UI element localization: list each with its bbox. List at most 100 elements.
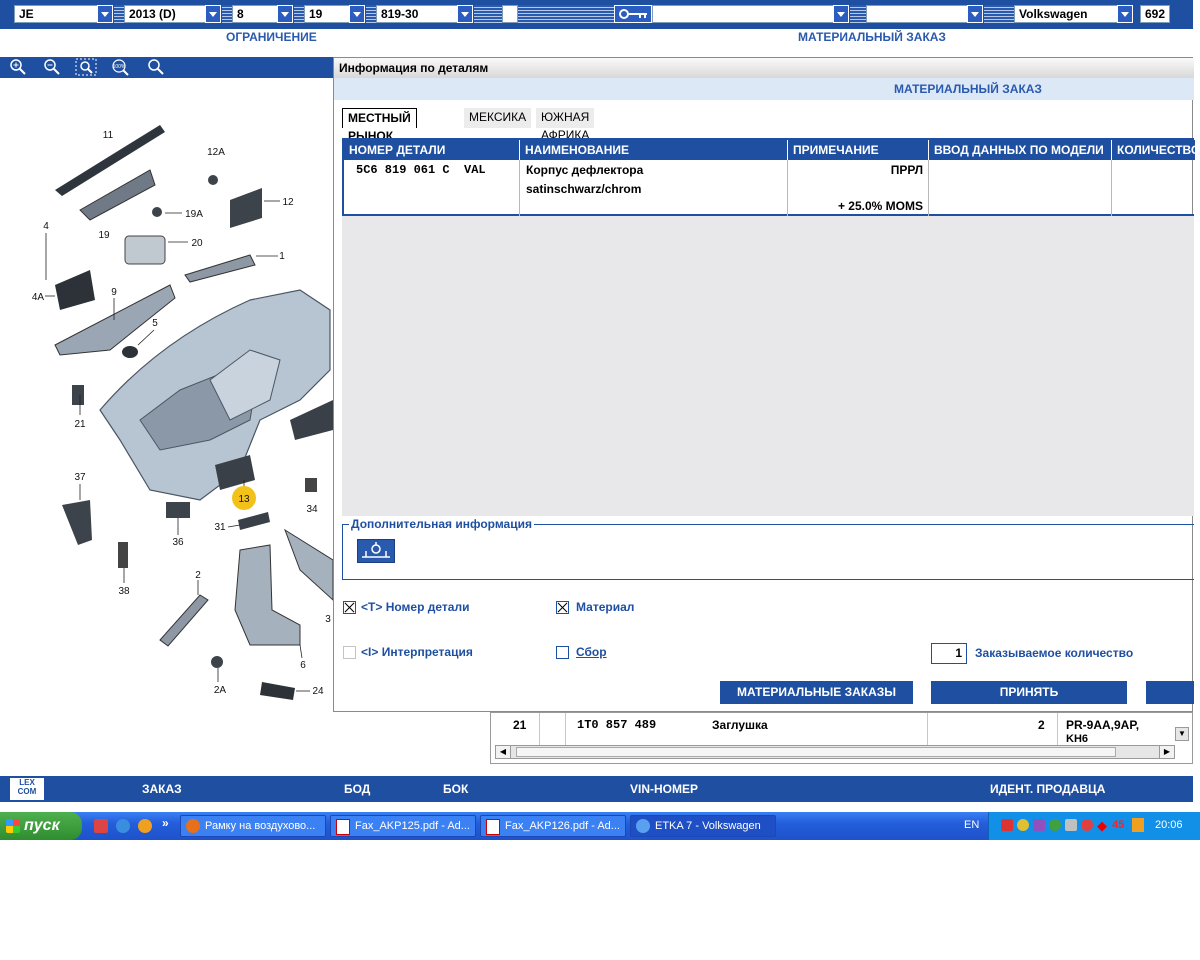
callout-4A[interactable]: 4A	[32, 292, 45, 303]
main-group-dropdown-arrow[interactable]	[277, 5, 293, 23]
tray-icon[interactable]	[1132, 818, 1144, 832]
model-dropdown-arrow[interactable]	[833, 5, 849, 23]
quicklaunch-ie-icon[interactable]	[116, 819, 130, 833]
callout-2[interactable]: 2	[195, 570, 201, 581]
search-icon[interactable]	[142, 58, 170, 76]
callout-21[interactable]: 21	[74, 419, 86, 430]
brand-select[interactable]: Volkswagen	[1014, 5, 1118, 23]
callout-9[interactable]: 9	[111, 287, 117, 298]
sub-group-select[interactable]: 19	[304, 5, 350, 23]
callout-12[interactable]: 12	[282, 197, 294, 208]
market-select[interactable]: JE	[14, 5, 98, 23]
zoom-area-icon[interactable]	[72, 58, 100, 76]
material-option-label[interactable]: Материал	[576, 600, 634, 614]
horizontal-scrollbar[interactable]: ◀ ▶	[495, 745, 1175, 759]
version-dropdown-arrow[interactable]	[967, 5, 983, 23]
zoom-100-icon[interactable]: 100%	[106, 58, 134, 76]
accept-button[interactable]: ПРИНЯТЬ	[931, 681, 1127, 704]
part-number-checkbox[interactable]	[343, 601, 356, 614]
task-pdf-126[interactable]: Fax_AKP126.pdf - Ad...	[480, 815, 626, 837]
language-indicator[interactable]: EN	[964, 819, 979, 831]
illustration-dropdown-arrow[interactable]	[457, 5, 473, 23]
extra-button[interactable]	[1146, 681, 1194, 704]
scroll-down-icon[interactable]: ▼	[1175, 727, 1189, 741]
cell-note[interactable]: ПРРЛ + 25.0% MOMS	[788, 160, 929, 216]
bok-tab[interactable]: БОК	[443, 782, 468, 796]
chevron-right-icon[interactable]: »	[162, 816, 169, 830]
tab-south-africa[interactable]: ЮЖНАЯ АФРИКА	[536, 108, 595, 142]
separator	[222, 5, 232, 23]
cell-model-data[interactable]	[929, 160, 1112, 216]
task-pdf-125[interactable]: Fax_AKP125.pdf - Ad...	[330, 815, 476, 837]
illustration-select[interactable]: 819-30	[376, 5, 458, 23]
tray-icon[interactable]	[1017, 819, 1029, 831]
zoom-in-icon[interactable]	[4, 58, 32, 76]
task-etka[interactable]: ETKA 7 - Volkswagen	[630, 815, 776, 837]
option-checkbox[interactable]	[502, 5, 518, 23]
callout-36[interactable]: 36	[172, 537, 184, 548]
fuel-pump-icon[interactable]	[357, 539, 395, 563]
callout-37[interactable]: 37	[74, 472, 86, 483]
cell-part-number[interactable]: 5C6 819 061 C VAL	[344, 160, 520, 216]
tab-local-market[interactable]: МЕСТНЫЙ РЫНОК	[342, 108, 417, 143]
callout-34[interactable]: 34	[306, 504, 318, 515]
note-bottom: + 25.0% MOMS	[837, 199, 923, 213]
part-number-option[interactable]: <T> Номер детали	[361, 600, 469, 614]
market-dropdown-arrow[interactable]	[97, 5, 113, 23]
assembly-checkbox[interactable]	[556, 646, 569, 659]
dealer-id-tab[interactable]: ИДЕНТ. ПРОДАВЦА	[990, 782, 1105, 796]
callout-6[interactable]: 6	[300, 660, 306, 671]
quantity-input[interactable]: 1	[931, 643, 967, 664]
callout-1[interactable]: 1	[279, 251, 285, 262]
material-checkbox[interactable]	[556, 601, 569, 614]
dialog-subtitle: МАТЕРИАЛЬНЫЙ ЗАКАЗ	[894, 82, 1042, 96]
quicklaunch-app2-icon[interactable]	[138, 819, 152, 833]
order-tab[interactable]: ЗАКАЗ	[142, 782, 182, 796]
callout-38[interactable]: 38	[118, 586, 130, 597]
tray-icon[interactable]	[1049, 819, 1061, 831]
tray-icon[interactable]	[1065, 819, 1077, 831]
callout-4[interactable]: 4	[43, 221, 49, 232]
cell-quantity[interactable]	[1112, 160, 1196, 216]
scroll-left-icon[interactable]: ◀	[496, 746, 511, 758]
vin-number-tab[interactable]: VIN-НОМЕР	[630, 782, 698, 796]
scroll-right-icon[interactable]: ▶	[1159, 746, 1174, 758]
callout-20[interactable]: 20	[191, 238, 203, 249]
sub-group-dropdown-arrow[interactable]	[349, 5, 365, 23]
zoom-out-icon[interactable]	[38, 58, 66, 76]
up-down-arrow-icon[interactable]: ◆	[1097, 818, 1107, 834]
callout-2A[interactable]: 2A	[214, 685, 227, 696]
main-group-select[interactable]: 8	[232, 5, 278, 23]
task-firefox[interactable]: Рамку на воздухово...	[180, 815, 326, 837]
quicklaunch-app-icon[interactable]	[94, 819, 108, 833]
callout-13[interactable]: 13	[238, 494, 250, 505]
scroll-thumb[interactable]	[516, 747, 1116, 757]
year-select[interactable]: 2013 (D)	[124, 5, 206, 23]
callout-5[interactable]: 5	[152, 318, 158, 329]
parts-diagram[interactable]: 11 12A 12 19A 19 20 1 4 4A 9 5 21 37 36 …	[0, 78, 333, 710]
task-pdf-125-label: Fax_AKP125.pdf - Ad...	[355, 820, 470, 832]
callout-3[interactable]: 3	[325, 614, 331, 625]
assembly-option-label[interactable]: Сбор	[576, 645, 607, 659]
dialog-title[interactable]: Информация по деталям	[334, 58, 1194, 78]
tab-mexico[interactable]: МЕКСИКА	[464, 108, 532, 128]
year-dropdown-arrow[interactable]	[205, 5, 221, 23]
callout-19[interactable]: 19	[98, 230, 110, 241]
callout-11[interactable]: 11	[103, 130, 114, 141]
key-icon[interactable]	[614, 5, 652, 23]
material-orders-button[interactable]: МАТЕРИАЛЬНЫЕ ЗАКАЗЫ	[720, 681, 913, 704]
model-select[interactable]	[652, 5, 834, 23]
callout-12A[interactable]: 12A	[207, 147, 225, 158]
bod-tab[interactable]: БОД	[344, 782, 370, 796]
callout-31[interactable]: 31	[214, 522, 226, 533]
start-button[interactable]: пуск	[0, 812, 82, 840]
version-select[interactable]	[866, 5, 968, 23]
callout-19A[interactable]: 19A	[185, 209, 203, 220]
brand-dropdown-arrow[interactable]	[1117, 5, 1133, 23]
tray-icon[interactable]	[1081, 819, 1093, 831]
tray-icon[interactable]	[1033, 819, 1045, 831]
callout-24[interactable]: 24	[312, 686, 324, 697]
tray-icon[interactable]	[1001, 819, 1013, 831]
table-row[interactable]: 21 1T0 857 489 Заглушка 2 PR-9AA,9AP, KH…	[495, 713, 1175, 745]
cell-name[interactable]: Корпус дефлектора satinschwarz/chrom	[520, 160, 788, 216]
